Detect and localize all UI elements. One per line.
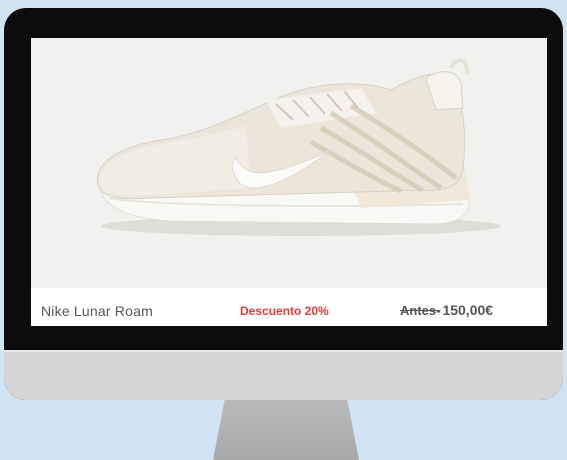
sneaker-icon (96, 58, 501, 236)
old-price-prefix: Antes- (400, 303, 441, 318)
product-name[interactable]: Nike Lunar Roam (41, 303, 153, 319)
monitor-chin (4, 350, 563, 400)
desktop-scene: Nike Lunar Roam Descuento 20% Antes- 150,… (0, 0, 567, 460)
monitor-screen: Nike Lunar Roam Descuento 20% Antes- 150,… (31, 38, 547, 326)
old-price: Antes- 150,00€ (400, 302, 493, 318)
old-price-value: 150,00€ (442, 302, 494, 318)
monitor-stand (213, 400, 359, 460)
product-image[interactable] (31, 38, 547, 288)
discount-badge: Descuento 20% (240, 304, 329, 318)
product-caption: Nike Lunar Roam Descuento 20% Antes- 150,… (31, 290, 547, 324)
monitor: Nike Lunar Roam Descuento 20% Antes- 150,… (4, 8, 563, 400)
